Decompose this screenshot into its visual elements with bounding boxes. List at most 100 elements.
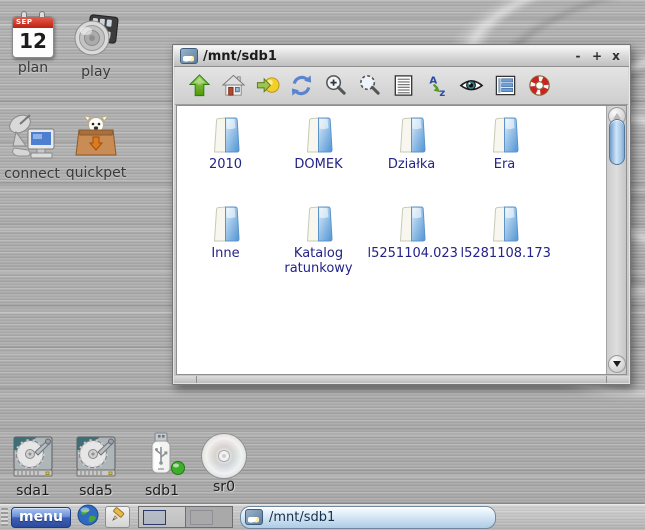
editor-launcher[interactable]	[105, 506, 130, 528]
folder-label: Era	[493, 157, 516, 172]
refresh-icon	[289, 73, 314, 98]
window-resize-bar[interactable]	[174, 376, 629, 383]
folder-icon	[296, 112, 342, 156]
desktop-icon-play[interactable]: play	[64, 14, 128, 80]
details-icon	[493, 73, 518, 98]
window-toolbar: Az	[175, 67, 628, 105]
home-icon	[221, 73, 246, 98]
cd-disc-icon	[202, 434, 246, 478]
drive-label: sr0	[213, 479, 235, 495]
pager-window-rect	[143, 510, 166, 525]
desktop-icon-quickpet[interactable]: quickpet	[64, 115, 128, 181]
list-view-icon	[391, 73, 416, 98]
up-icon	[187, 73, 212, 98]
browser-launcher[interactable]	[77, 504, 99, 530]
toolbar-resize-fit-button[interactable]	[356, 73, 382, 99]
toolbar-zoom-in-button[interactable]	[322, 73, 348, 99]
globe-icon	[77, 504, 99, 530]
rox-filer-icon	[180, 48, 198, 64]
folder-label: DOMEK	[294, 157, 343, 172]
pager-desktop-2[interactable]	[185, 507, 232, 527]
window-content: 2010 DOMEK Działka Era Inne Katalog ratunkowy…	[176, 105, 627, 375]
folder-item[interactable]: Działka	[365, 112, 458, 201]
folder-label: Działka	[387, 157, 436, 172]
folder-item[interactable]: Inne	[179, 201, 272, 290]
drive-icon-sda5[interactable]: sda5	[64, 434, 128, 499]
folder-item[interactable]: Era	[458, 112, 551, 201]
folder-label: Katalog ratunkowy	[284, 246, 353, 276]
connect-icon	[0, 112, 64, 164]
folder-label: Inne	[211, 246, 240, 261]
toolbar-help-button[interactable]	[526, 73, 552, 99]
toolbar-home-button[interactable]	[220, 73, 246, 99]
folder-item[interactable]: Katalog ratunkowy	[272, 201, 365, 290]
taskbar-window-button[interactable]: /mnt/sdb1	[240, 505, 496, 529]
pager-window-rect	[190, 510, 213, 525]
close-button[interactable]: x	[609, 47, 623, 65]
drive-icon-sda1[interactable]: sda1	[1, 434, 65, 499]
menu-button[interactable]: menu	[11, 506, 71, 528]
toolbar-details-button[interactable]	[492, 73, 518, 99]
vertical-scrollbar[interactable]	[606, 106, 626, 374]
desktop-icon-label: plan	[17, 60, 49, 76]
folder-label: 2010	[208, 157, 243, 172]
taskbar-window-label: /mnt/sdb1	[269, 509, 336, 525]
toolbar-up-button[interactable]	[186, 73, 212, 99]
desktop-icon-plan[interactable]: SEP 12 plan	[1, 11, 65, 76]
folder-icon	[203, 112, 249, 156]
show-hidden-icon	[459, 73, 484, 98]
folder-icon	[482, 112, 528, 156]
scrollbar-thumb[interactable]	[609, 119, 625, 165]
window-titlebar[interactable]: /mnt/sdb1 - + x	[174, 46, 629, 67]
resize-fit-icon	[357, 73, 382, 98]
file-manager-window: /mnt/sdb1 - + x Az 2010 DOMEK Działka Era In…	[172, 44, 631, 385]
drive-icon-sdb1[interactable]: sdb1	[130, 432, 194, 499]
scroll-down-button[interactable]	[608, 355, 626, 373]
bookmarks-icon	[255, 73, 280, 98]
drive-icon-sr0[interactable]: sr0	[192, 434, 256, 495]
drive-label: sdb1	[145, 483, 179, 499]
folder-item[interactable]: 2010	[179, 112, 272, 201]
folder-label: l5251104.023	[367, 246, 458, 261]
folder-icon	[482, 201, 528, 245]
speaker-icon	[64, 14, 128, 62]
toolbar-bookmarks-button[interactable]	[254, 73, 280, 99]
desktop-icon-connect[interactable]: connect	[0, 112, 64, 182]
window-title: /mnt/sdb1	[203, 48, 277, 64]
desktop-icon-label: quickpet	[65, 165, 127, 181]
maximize-button[interactable]: +	[590, 47, 604, 65]
folder-icon	[296, 201, 342, 245]
minimize-button[interactable]: -	[571, 47, 585, 65]
toolbar-refresh-button[interactable]	[288, 73, 314, 99]
triangle-down-icon	[613, 361, 621, 367]
resize-notch	[196, 376, 197, 383]
folder-item[interactable]: l5281108.173	[458, 201, 551, 290]
toolbar-list-view-button[interactable]	[390, 73, 416, 99]
drive-label: sda1	[16, 483, 50, 499]
folder-view[interactable]: 2010 DOMEK Działka Era Inne Katalog ratunkowy…	[177, 106, 606, 374]
quickpet-icon	[64, 115, 128, 163]
resize-notch	[606, 376, 607, 383]
calendar-day: 12	[19, 29, 47, 53]
folder-icon	[389, 112, 435, 156]
desktop-icon-label: play	[81, 64, 111, 80]
calendar-icon: SEP 12	[12, 11, 54, 58]
taskbar-grip[interactable]	[1, 508, 8, 526]
folder-icon	[203, 201, 249, 245]
calendar-month: SEP	[13, 17, 53, 28]
drive-label: sda5	[79, 483, 113, 499]
folder-item[interactable]: l5251104.023	[365, 201, 458, 290]
folder-item[interactable]: DOMEK	[272, 112, 365, 201]
toolbar-show-hidden-button[interactable]	[458, 73, 484, 99]
desktop-icon-label: connect	[4, 166, 60, 182]
zoom-in-icon	[323, 73, 348, 98]
usb-stick-icon	[130, 432, 194, 482]
folder-icon	[389, 201, 435, 245]
toolbar-sort-button[interactable]: Az	[424, 73, 450, 99]
taskbar: menu /mnt/sdb1	[0, 504, 645, 529]
folder-grid: 2010 DOMEK Działka Era Inne Katalog ratunkowy…	[179, 112, 551, 290]
cd-hole	[219, 451, 229, 461]
pager-desktop-1[interactable]	[139, 507, 185, 527]
desktop-pager[interactable]	[138, 506, 233, 528]
folder-label: l5281108.173	[460, 246, 551, 261]
